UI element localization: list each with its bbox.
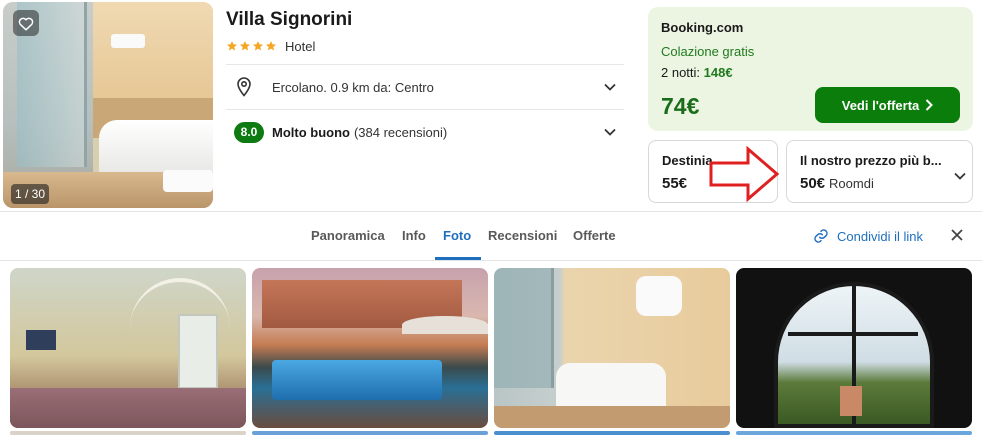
link-icon bbox=[814, 229, 828, 243]
active-tab-indicator bbox=[435, 257, 481, 260]
nights-label: 2 notti: bbox=[661, 65, 701, 80]
close-button[interactable] bbox=[950, 228, 964, 247]
gallery-photo-bathroom[interactable] bbox=[494, 268, 730, 428]
best-offer-panel[interactable]: Booking.com Colazione gratis 2 notti: 14… bbox=[648, 7, 973, 131]
location-row[interactable]: Ercolano. 0.9 km da: Centro bbox=[226, 64, 624, 109]
alternative-price-line: 50€ Roomdi bbox=[800, 175, 874, 192]
rating-label: Molto buono bbox=[272, 124, 350, 140]
tab-info[interactable]: Info bbox=[402, 228, 426, 243]
share-link-label: Condividi il link bbox=[837, 228, 923, 244]
photo-counter: 1 / 30 bbox=[11, 184, 50, 204]
gallery-photo-next-row[interactable] bbox=[252, 431, 488, 435]
alternative-price: 55€ bbox=[662, 175, 688, 192]
rating-badge: 8.0 bbox=[234, 121, 264, 143]
tab-offerte[interactable]: Offerte bbox=[573, 228, 616, 243]
tab-foto[interactable]: Foto bbox=[443, 228, 471, 243]
map-pin-icon bbox=[226, 77, 262, 97]
review-count: (384 recensioni) bbox=[353, 124, 448, 140]
star-icon bbox=[240, 41, 250, 51]
location-text: Ercolano. 0.9 km da: Centro bbox=[272, 79, 434, 95]
chevron-down-icon bbox=[954, 167, 966, 185]
view-deal-label: Vedi l'offerta bbox=[841, 97, 920, 113]
chevron-right-icon bbox=[926, 99, 934, 111]
annotation-arrow-icon bbox=[709, 146, 780, 202]
hotel-main-photo[interactable]: 1 / 30 bbox=[3, 2, 213, 208]
total-price-line: 2 notti: 148€ bbox=[661, 65, 733, 80]
tab-recensioni[interactable]: Recensioni bbox=[488, 228, 557, 243]
breakfast-info: Colazione gratis bbox=[661, 44, 755, 59]
gallery-photo-room[interactable] bbox=[10, 268, 246, 428]
offer-provider: Booking.com bbox=[661, 20, 744, 35]
gallery-photo-pool[interactable] bbox=[252, 268, 488, 428]
gallery-photo-window-view[interactable] bbox=[736, 268, 972, 428]
hotel-name[interactable]: Villa Signorini bbox=[226, 9, 352, 31]
share-link-button[interactable]: Condividi il link bbox=[813, 228, 923, 244]
rating-row[interactable]: 8.0 Molto buono (384 recensioni) bbox=[226, 109, 624, 154]
alternative-provider: Il nostro prezzo più b... bbox=[800, 153, 942, 168]
alternative-price: 50€ bbox=[800, 175, 826, 192]
nights-price: 148€ bbox=[703, 65, 733, 80]
tab-panoramica[interactable]: Panoramica bbox=[311, 228, 385, 243]
alternative-offer-roomdi[interactable]: Il nostro prezzo più b... 50€ Roomdi bbox=[786, 140, 973, 203]
hotel-type: Hotel bbox=[285, 39, 316, 54]
view-deal-button[interactable]: Vedi l'offerta bbox=[815, 87, 960, 123]
alternative-source: Roomdi bbox=[829, 176, 874, 191]
alternative-provider: Destinia bbox=[662, 153, 713, 168]
detail-tabs: Panoramica Info Foto Recensioni Offerte … bbox=[0, 213, 982, 261]
star-icon bbox=[227, 41, 237, 51]
gallery-photo-next-row[interactable] bbox=[10, 431, 246, 435]
heart-icon bbox=[18, 17, 34, 31]
star-icon bbox=[266, 41, 276, 51]
gallery-photo-next-row[interactable] bbox=[736, 431, 972, 435]
nightly-price: 74€ bbox=[661, 93, 700, 119]
chevron-down-icon bbox=[604, 123, 616, 141]
chevron-down-icon bbox=[604, 78, 616, 96]
star-rating bbox=[226, 40, 277, 52]
gallery-photo-next-row[interactable] bbox=[494, 431, 730, 435]
close-icon bbox=[951, 229, 963, 241]
star-icon bbox=[253, 41, 263, 51]
favorite-button[interactable] bbox=[13, 10, 39, 36]
hotel-card: 1 / 30 Villa Signorini Hotel Ercolano. 0… bbox=[0, 0, 982, 212]
